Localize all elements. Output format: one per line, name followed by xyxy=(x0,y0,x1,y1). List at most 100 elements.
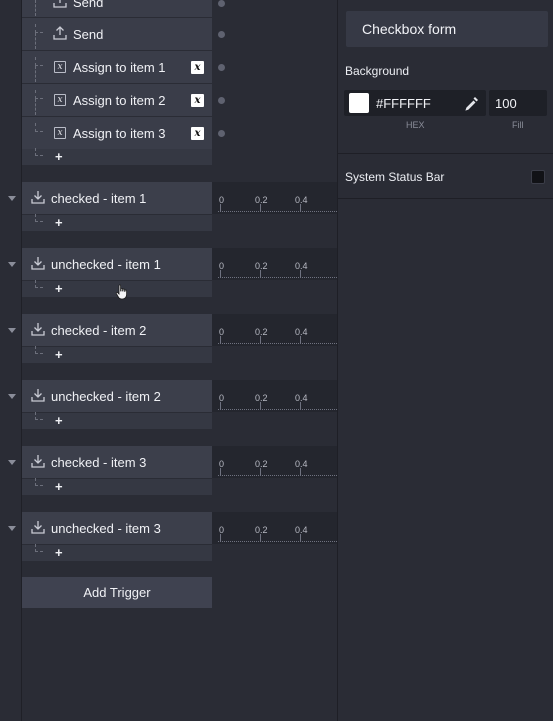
download-icon xyxy=(31,323,45,336)
hex-color-field[interactable]: #FFFFFF xyxy=(344,90,486,116)
plus-icon[interactable]: + xyxy=(55,216,63,229)
color-swatch[interactable] xyxy=(349,93,369,113)
download-icon xyxy=(31,521,45,534)
download-icon xyxy=(31,389,45,402)
eyedropper-icon[interactable] xyxy=(464,95,480,111)
collapse-arrow-icon[interactable] xyxy=(8,526,16,531)
ruler-major-tick xyxy=(220,336,221,344)
plus-icon[interactable]: + xyxy=(55,414,63,427)
action-row-assign-3[interactable]: x Assign to item 3 x xyxy=(22,99,212,149)
keyframe-dot[interactable] xyxy=(218,31,225,38)
trigger-row[interactable]: checked - item 2 xyxy=(22,314,212,346)
plus-icon[interactable]: + xyxy=(55,282,63,295)
timeline-ruler[interactable]: 0 0.2 0.4 xyxy=(212,446,337,478)
keyframe-dot[interactable] xyxy=(218,0,225,7)
ruler-tick-label: 0.2 xyxy=(255,393,268,403)
action-label: Assign to item 2 xyxy=(73,93,166,108)
ruler-tick-label: 0.4 xyxy=(295,525,308,535)
ruler-tick-label: 0.4 xyxy=(295,393,308,403)
tree-connector xyxy=(35,90,43,99)
collapse-arrow-icon[interactable] xyxy=(8,460,16,465)
timeline-panel: Send Send x Assign to item 1 x x Assign … xyxy=(0,0,337,721)
expression-badge-icon[interactable]: x xyxy=(191,94,204,107)
add-action-row[interactable]: + xyxy=(22,544,212,561)
plus-icon[interactable]: + xyxy=(55,150,63,163)
ruler-ticks xyxy=(218,538,337,542)
ruler-tick-label: 0.2 xyxy=(255,327,268,337)
timeline-ruler[interactable]: 0 0.2 0.4 xyxy=(212,182,337,214)
system-status-bar-label: System Status Bar xyxy=(345,170,445,184)
download-icon xyxy=(31,455,45,468)
expression-badge-icon[interactable]: x xyxy=(191,61,204,74)
trigger-label: checked - item 2 xyxy=(51,323,147,338)
action-row-send-2[interactable]: Send xyxy=(22,0,212,50)
ruler-major-tick xyxy=(260,270,261,278)
add-action-row[interactable]: + xyxy=(22,478,212,495)
hex-value[interactable]: #FFFFFF xyxy=(376,96,431,111)
keyframe-dot[interactable] xyxy=(218,97,225,104)
add-action-row[interactable]: + xyxy=(22,346,212,363)
action-row-assign-2[interactable]: x Assign to item 2 x xyxy=(22,66,212,116)
tree-connector xyxy=(35,123,43,132)
trigger-row[interactable]: unchecked - item 1 xyxy=(22,248,212,280)
trigger-label: checked - item 3 xyxy=(51,455,147,470)
ruler-major-tick xyxy=(220,204,221,212)
collapse-arrow-icon[interactable] xyxy=(8,394,16,399)
plus-icon[interactable]: + xyxy=(55,480,63,493)
ruler-ticks xyxy=(218,274,337,278)
timeline-ruler[interactable]: 0 0.2 0.4 xyxy=(212,380,337,412)
action-label: Assign to item 1 xyxy=(73,60,166,75)
expression-badge-icon[interactable]: x xyxy=(191,127,204,140)
hex-caption: HEX xyxy=(406,120,425,130)
background-label: Background xyxy=(345,64,410,78)
tree-connector xyxy=(35,33,36,49)
tree-connector xyxy=(35,346,43,354)
plus-icon[interactable]: + xyxy=(55,546,63,559)
add-action-row[interactable]: + xyxy=(22,148,212,165)
system-status-bar-checkbox[interactable] xyxy=(531,170,545,184)
layer-name-field[interactable]: Checkbox form xyxy=(346,11,548,47)
collapse-arrow-icon[interactable] xyxy=(8,196,16,201)
action-row-send-1[interactable]: Send xyxy=(22,0,212,17)
keyframe-dot[interactable] xyxy=(218,64,225,71)
trigger-row[interactable]: unchecked - item 2 xyxy=(22,380,212,412)
trigger-row[interactable]: checked - item 3 xyxy=(22,446,212,478)
ruler-tick-label: 0.4 xyxy=(295,459,308,469)
trigger-row[interactable]: unchecked - item 3 xyxy=(22,512,212,544)
ruler-major-tick xyxy=(220,402,221,410)
tree-connector xyxy=(35,280,43,288)
ruler-major-tick xyxy=(300,534,301,542)
timeline-ruler[interactable]: 0 0.2 0.4 xyxy=(212,248,337,280)
download-icon xyxy=(31,257,45,270)
ruler-major-tick xyxy=(300,468,301,476)
variable-icon: x xyxy=(54,94,66,106)
add-action-row[interactable]: + xyxy=(22,412,212,429)
variable-icon: x xyxy=(54,61,66,73)
ruler-major-tick xyxy=(260,336,261,344)
plus-icon[interactable]: + xyxy=(55,348,63,361)
tree-connector xyxy=(35,478,43,486)
timeline-ruler[interactable]: 0 0.2 0.4 xyxy=(212,512,337,544)
add-action-row[interactable]: + xyxy=(22,214,212,231)
ruler-tick-label: 0.4 xyxy=(295,195,308,205)
timeline-ruler[interactable]: 0 0.2 0.4 xyxy=(212,314,337,346)
tree-connector xyxy=(35,544,43,552)
add-trigger-button[interactable]: Add Trigger xyxy=(22,577,212,608)
trigger-row[interactable]: checked - item 1 xyxy=(22,182,212,214)
action-label: Send xyxy=(73,27,104,42)
collapse-arrow-icon[interactable] xyxy=(8,328,16,333)
ruler-major-tick xyxy=(220,468,221,476)
fill-value[interactable]: 100 xyxy=(495,96,517,111)
ruler-major-tick xyxy=(220,270,221,278)
tree-connector xyxy=(35,66,36,82)
action-row-assign-1[interactable]: x Assign to item 1 x xyxy=(22,33,212,83)
trigger-label: checked - item 1 xyxy=(51,191,147,206)
fill-opacity-field[interactable]: 100 xyxy=(489,90,547,116)
tree-connector xyxy=(35,412,43,420)
collapse-arrow-icon[interactable] xyxy=(8,262,16,267)
ruler-major-tick xyxy=(300,402,301,410)
tree-connector xyxy=(35,148,43,156)
ruler-ticks xyxy=(218,208,337,212)
keyframe-dot[interactable] xyxy=(218,130,225,137)
divider xyxy=(338,153,553,154)
